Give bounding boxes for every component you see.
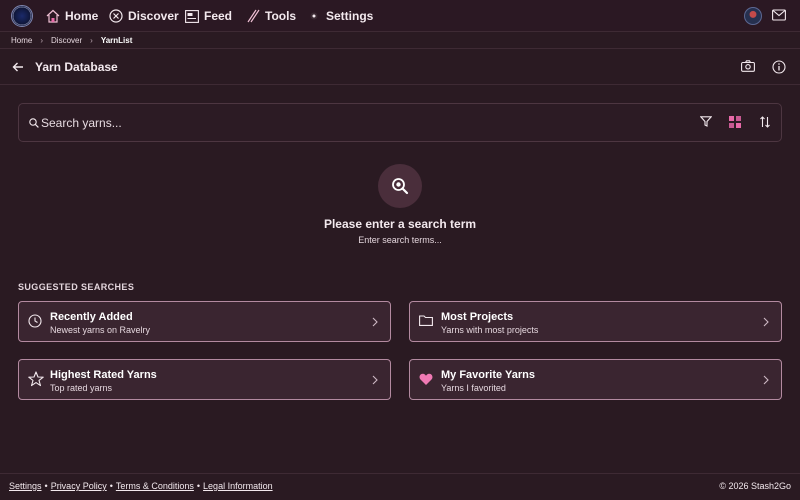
- chevron-right-icon: [372, 375, 378, 385]
- chevron-right-icon: [763, 375, 769, 385]
- empty-state-icon-badge: [378, 164, 422, 208]
- top-navigation: Home Discover Feed Tools Settings: [0, 0, 800, 32]
- suggestion-subtitle: Newest yarns on Ravelry: [50, 325, 151, 335]
- copyright: © 2026 Stash2Go: [719, 481, 791, 491]
- suggestion-title: Highest Rated Yarns: [50, 369, 157, 381]
- separator-dot: •: [109, 481, 113, 491]
- empty-state-title: Please enter a search term: [323, 217, 477, 231]
- chevron-right-icon: [372, 317, 378, 327]
- suggestion-my-favorites[interactable]: My Favorite Yarns Yarns I favorited: [409, 359, 782, 400]
- footer: Settings • Privacy Policy • Terms & Conditio…: [0, 473, 800, 500]
- chevron-right-icon: ›: [40, 35, 44, 45]
- suggestion-highest-rated[interactable]: Highest Rated Yarns Top rated yarns: [18, 359, 391, 400]
- search-zoom-icon: [392, 178, 409, 195]
- filter-icon[interactable]: [700, 116, 712, 127]
- chevron-right-icon: [763, 317, 769, 327]
- user-avatar[interactable]: [744, 7, 762, 25]
- suggestion-most-projects[interactable]: Most Projects Yarns with most projects: [409, 301, 782, 342]
- nav-item-home[interactable]: Home: [46, 0, 98, 32]
- search-bar: [18, 103, 782, 142]
- suggestion-subtitle: Top rated yarns: [50, 383, 113, 393]
- page-header: Yarn Database: [0, 49, 800, 85]
- info-icon[interactable]: [772, 60, 786, 74]
- breadcrumb: Home › Discover › YarnList: [0, 32, 800, 49]
- home-icon: [46, 9, 60, 23]
- footer-link-terms[interactable]: Terms & Conditions: [116, 481, 194, 491]
- grid-view-icon[interactable]: [729, 116, 741, 128]
- footer-links: Settings • Privacy Policy • Terms & Conditio…: [9, 481, 273, 491]
- suggestion-subtitle: Yarns with most projects: [441, 325, 539, 335]
- nav-label-home: Home: [65, 9, 99, 23]
- nav-label-feed: Feed: [204, 9, 233, 23]
- mail-icon[interactable]: [772, 9, 786, 21]
- folder-icon: [419, 315, 433, 326]
- separator-dot: •: [196, 481, 201, 491]
- nav-label-discover: Discover: [128, 9, 179, 23]
- breadcrumb-home[interactable]: Home: [11, 36, 32, 45]
- suggestion-title: Most Projects: [441, 311, 514, 323]
- nav-item-tools[interactable]: Tools: [246, 0, 296, 32]
- nav-item-discover[interactable]: Discover: [109, 0, 179, 32]
- footer-link-legal[interactable]: Legal Information: [203, 481, 273, 491]
- back-arrow-icon[interactable]: [12, 61, 24, 73]
- breadcrumb-discover[interactable]: Discover: [51, 36, 82, 45]
- suggestion-title: Recently Added: [50, 311, 133, 323]
- nav-label-settings: Settings: [326, 9, 374, 23]
- compass-icon: [109, 9, 123, 23]
- heart-icon: [419, 373, 433, 385]
- clock-icon: [28, 314, 42, 328]
- suggestion-subtitle: Yarns I favorited: [441, 383, 506, 393]
- chevron-right-icon: ›: [90, 35, 93, 45]
- sort-icon[interactable]: [759, 115, 771, 129]
- app-logo[interactable]: [11, 5, 33, 27]
- empty-state-subtitle: Enter search terms...: [358, 235, 442, 245]
- feed-icon: [185, 9, 199, 23]
- page-title: Yarn Database: [35, 60, 118, 74]
- footer-link-privacy[interactable]: Privacy Policy: [51, 481, 107, 491]
- nav-label-tools: Tools: [265, 9, 297, 23]
- gear-icon: [310, 12, 318, 20]
- camera-icon[interactable]: [741, 60, 755, 72]
- suggested-searches-label: SUGGESTED SEARCHES: [18, 282, 135, 292]
- nav-item-settings[interactable]: Settings: [307, 0, 373, 32]
- suggestion-recently-added[interactable]: Recently Added Newest yarns on Ravelry: [18, 301, 391, 342]
- suggestion-title: My Favorite Yarns: [441, 369, 535, 381]
- search-input[interactable]: [41, 113, 541, 133]
- footer-link-settings[interactable]: Settings: [9, 481, 42, 491]
- nav-item-feed[interactable]: Feed: [185, 0, 232, 32]
- separator-dot: •: [44, 481, 48, 491]
- breadcrumb-current: YarnList: [100, 35, 133, 45]
- star-icon: [28, 371, 44, 387]
- needles-icon: [247, 9, 260, 23]
- search-icon: [29, 118, 39, 128]
